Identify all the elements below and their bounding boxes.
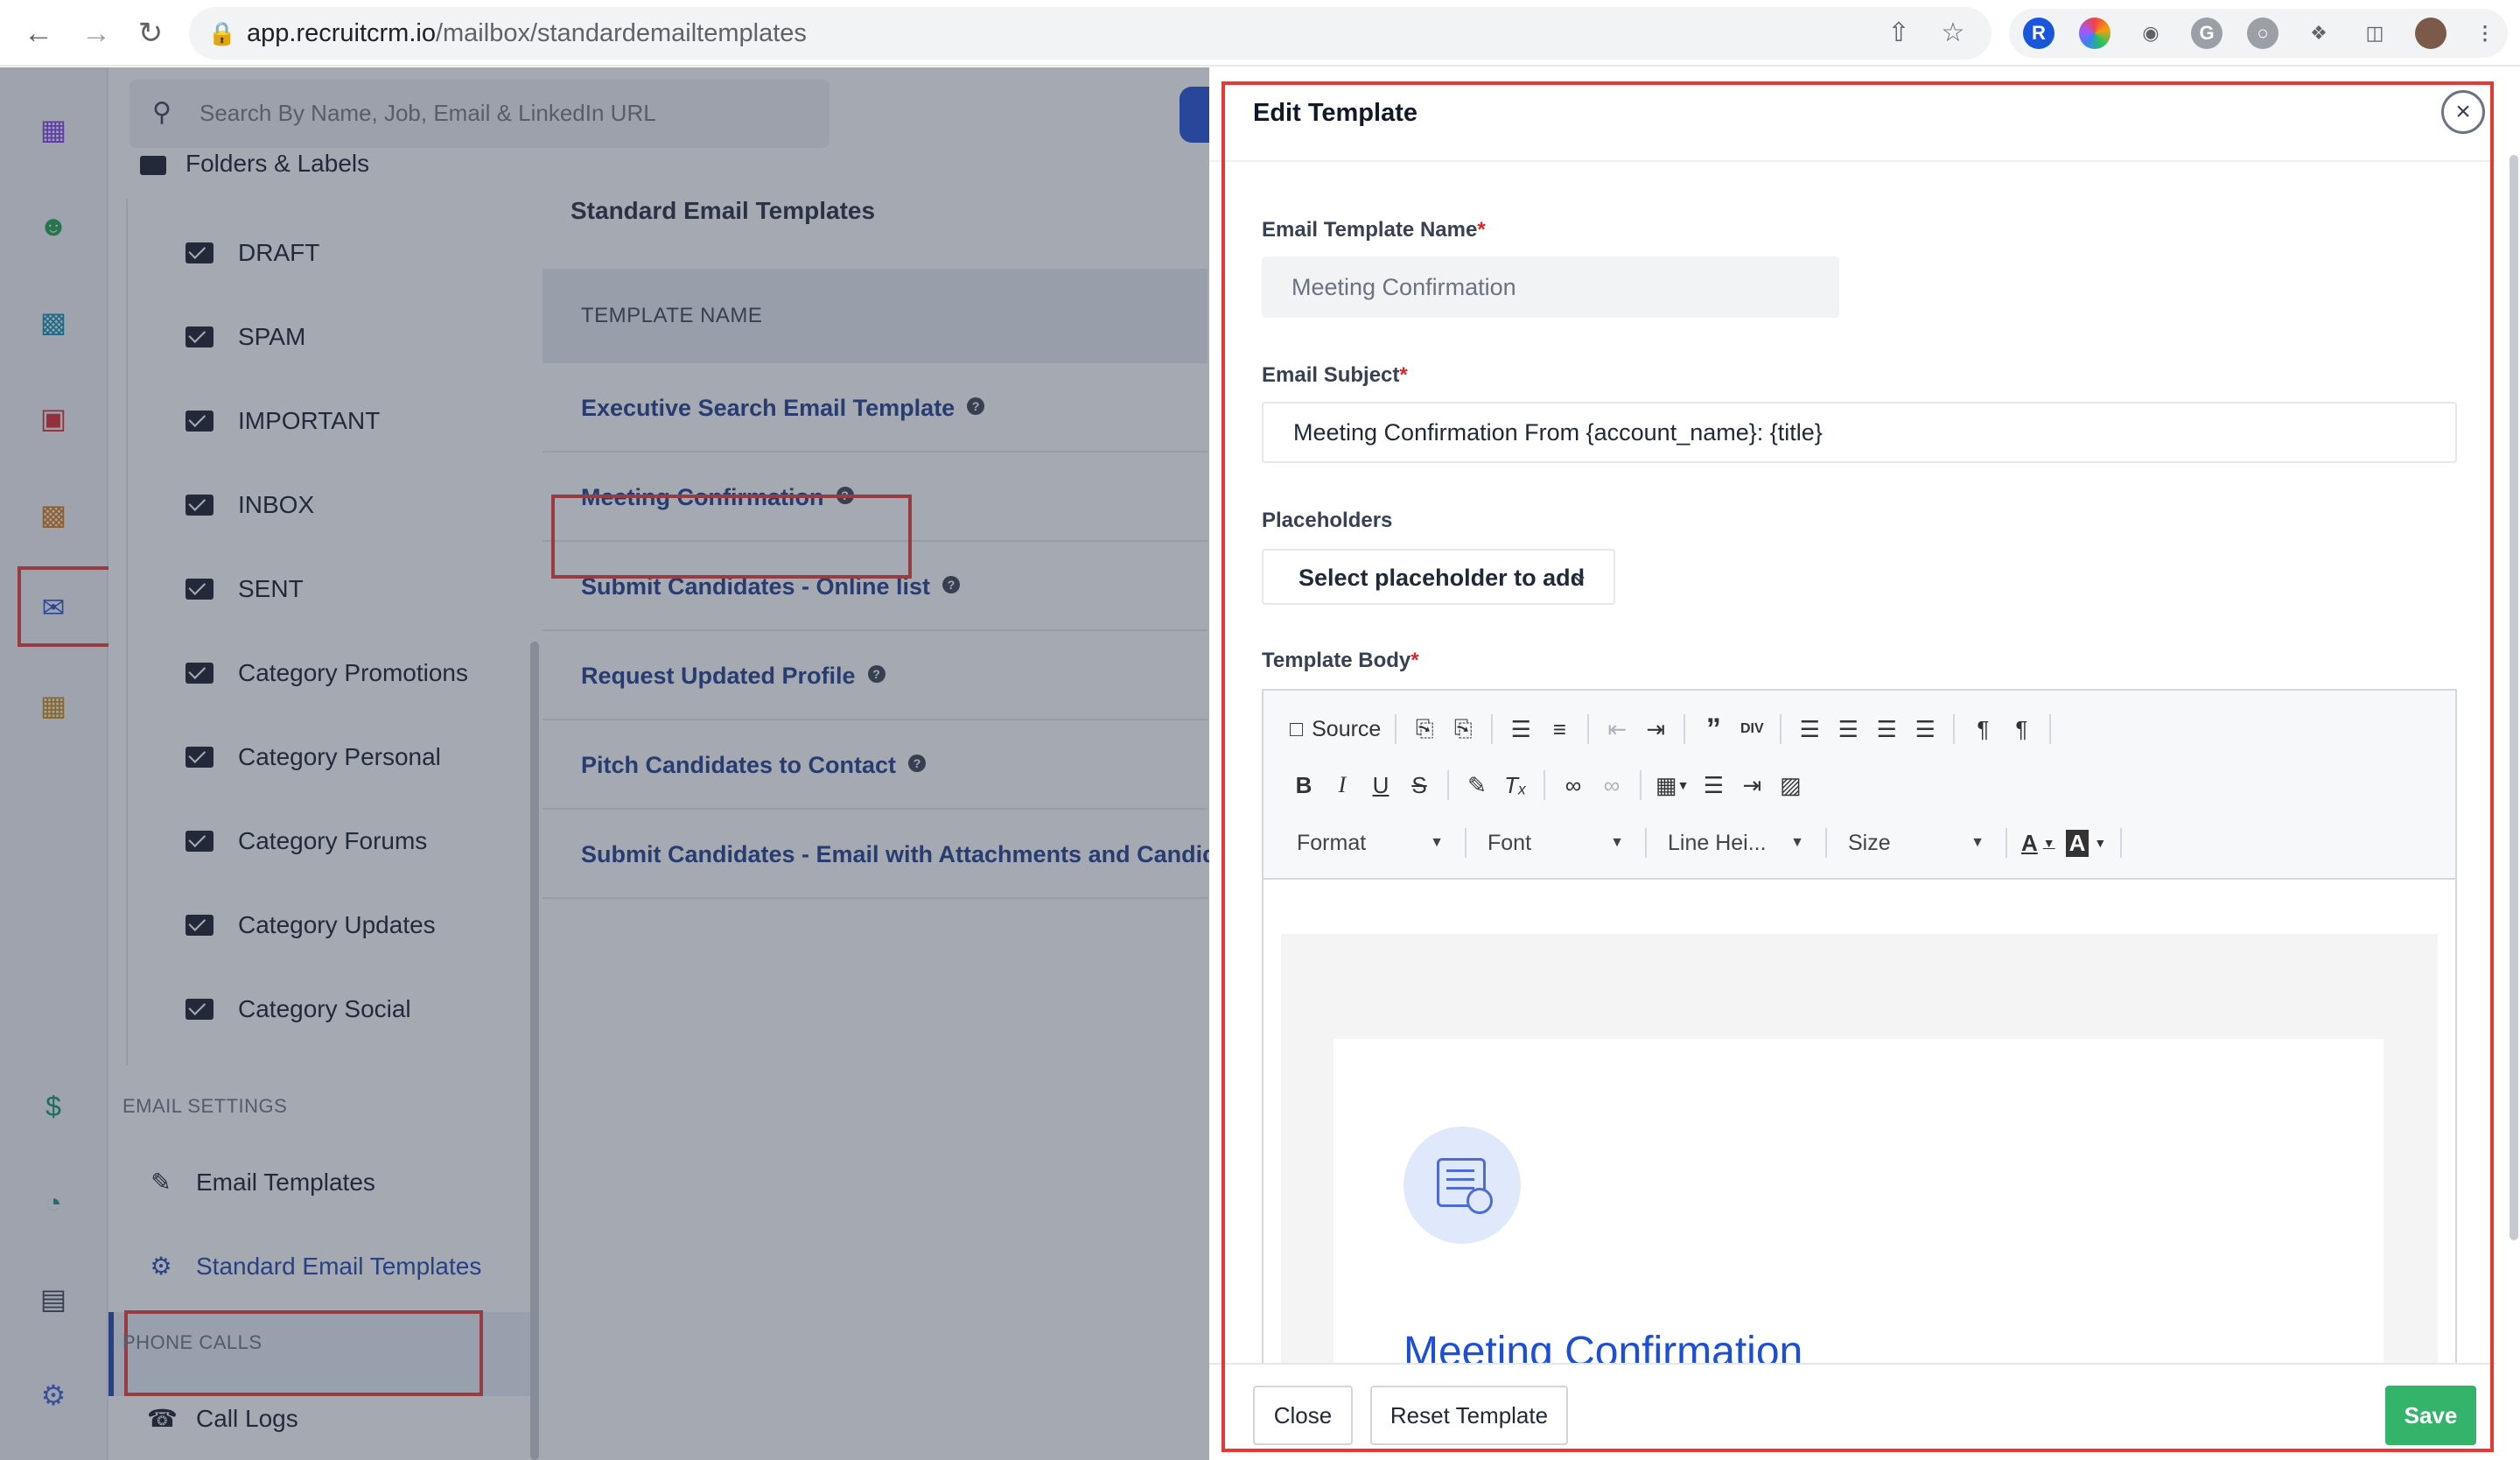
horizontal-rule-icon[interactable]: ☰ xyxy=(1694,766,1732,804)
reload-icon[interactable]: ↻ xyxy=(131,14,170,53)
placeholder-select-value: Select placeholder to add xyxy=(1298,565,1586,591)
caret-down-icon: ▼ xyxy=(1790,835,1804,850)
rich-text-editor: □ Source ⎘ ⎘ ☰ ≡ ⇤ ⇥ ” DIV ☰ ☰ ☰ ☰ ¶ ¶ B… xyxy=(1262,689,2457,1460)
align-right-icon[interactable]: ☰ xyxy=(1867,710,1906,748)
checklist-icon xyxy=(1404,1127,1521,1244)
font-dropdown[interactable]: Font ▼ xyxy=(1475,824,1636,862)
template-name-label: Email Template Name* xyxy=(1262,218,1486,242)
link-icon[interactable]: ∞ xyxy=(1554,766,1592,804)
extension-r-icon[interactable]: R xyxy=(2023,18,2054,49)
indent-icon[interactable]: ⇥ xyxy=(1636,710,1675,748)
share-icon[interactable]: ⇧ xyxy=(1883,18,1914,49)
modal-backdrop[interactable] xyxy=(0,67,1209,1460)
line-height-dropdown[interactable]: Line Hei... ▼ xyxy=(1656,824,1816,862)
page-break-icon[interactable]: ⇥ xyxy=(1732,766,1771,804)
blockquote-icon[interactable]: ” xyxy=(1694,710,1732,748)
email-subject-input[interactable] xyxy=(1262,402,2457,463)
underline-icon[interactable]: U xyxy=(1362,766,1400,804)
email-subject-label: Email Subject* xyxy=(1262,363,1408,387)
template-body-label: Template Body* xyxy=(1262,649,1419,672)
browser-toolbar: ← → ↻ 🔒 app.recruitcrm.io/mailbox/standa… xyxy=(0,0,2520,67)
italic-icon[interactable]: I xyxy=(1323,766,1362,804)
unlink-icon[interactable]: ∞ xyxy=(1592,766,1631,804)
side-panel-icon[interactable]: ◫ xyxy=(2359,18,2390,49)
close-button[interactable]: Close xyxy=(1253,1386,1353,1445)
background-color-icon[interactable]: A ▼ xyxy=(2061,824,2112,862)
back-icon[interactable]: ← xyxy=(19,14,58,53)
numbered-list-icon[interactable]: ☰ xyxy=(1502,710,1540,748)
caret-down-icon: ▼ xyxy=(1430,835,1444,850)
extensions-bar: R ◉ G ○ ❖ ◫ ⋮ xyxy=(2009,9,2508,58)
source-button[interactable]: □ Source xyxy=(1284,710,1386,748)
format-painter-icon[interactable]: ✎ xyxy=(1458,766,1496,804)
bookmark-star-icon[interactable]: ☆ xyxy=(1937,18,1969,49)
bold-icon[interactable]: B xyxy=(1284,766,1323,804)
save-button[interactable]: Save xyxy=(2385,1386,2476,1445)
table-icon[interactable]: ▦ ▼ xyxy=(1650,766,1694,804)
placeholder-select[interactable]: Select placeholder to add ⌄ xyxy=(1262,549,1615,605)
lock-icon: 🔒 xyxy=(207,20,237,46)
source-icon: □ xyxy=(1290,716,1304,741)
align-left-icon[interactable]: ☰ xyxy=(1790,710,1829,748)
strikethrough-icon[interactable]: S xyxy=(1400,766,1438,804)
ltr-icon[interactable]: ¶ xyxy=(1964,710,2002,748)
close-icon[interactable]: × xyxy=(2441,90,2485,134)
image-icon[interactable]: ▨ xyxy=(1771,766,1810,804)
chevron-down-icon: ⌄ xyxy=(1570,561,1589,587)
outdent-icon[interactable]: ⇤ xyxy=(1598,710,1636,748)
drawer-header: Edit Template × xyxy=(1209,67,2496,162)
more-menu-icon[interactable]: ⋮ xyxy=(2469,18,2501,49)
profile-avatar[interactable] xyxy=(2415,18,2446,49)
div-container-icon[interactable]: DIV xyxy=(1732,710,1771,748)
reset-template-button[interactable]: Reset Template xyxy=(1370,1386,1568,1445)
caret-down-icon: ▼ xyxy=(1610,835,1624,850)
app-root: ▦ ☻ ▩ ▣ ▩ ✉ ▦ $ ◔ ▤ ⚙ ⚲ Folders & Labels… xyxy=(0,67,2520,1460)
paste-icon[interactable]: ⎘ xyxy=(1405,710,1444,748)
url-text[interactable]: app.recruitcrm.io/mailbox/standardemailt… xyxy=(247,19,807,48)
drawer-title: Edit Template xyxy=(1253,99,1418,127)
edit-template-drawer: Edit Template × Email Template Name* Ema… xyxy=(1209,67,2520,1460)
remove-format-icon[interactable]: Tₓ xyxy=(1496,766,1535,804)
align-justify-icon[interactable]: ☰ xyxy=(1906,710,1944,748)
paste-word-icon[interactable]: ⎘ xyxy=(1444,710,1482,748)
format-dropdown[interactable]: Format ▼ xyxy=(1284,824,1456,862)
caret-down-icon: ▼ xyxy=(1970,835,1984,850)
grammar-extension-icon[interactable]: G xyxy=(2191,18,2222,49)
template-name-input[interactable] xyxy=(1262,256,1839,318)
placeholders-label: Placeholders xyxy=(1262,509,1393,532)
address-bar[interactable]: 🔒 app.recruitcrm.io/mailbox/standardemai… xyxy=(189,7,1992,60)
drawer-scrollbar[interactable] xyxy=(2510,155,2518,1240)
circle-extension-icon[interactable]: ○ xyxy=(2247,18,2278,49)
camera-extension-icon[interactable]: ◉ xyxy=(2135,18,2166,49)
text-color-icon[interactable]: A ▼ xyxy=(2016,824,2061,862)
color-picker-extension-icon[interactable] xyxy=(2079,18,2110,49)
editor-toolbar: □ Source ⎘ ⎘ ☰ ≡ ⇤ ⇥ ” DIV ☰ ☰ ☰ ☰ ¶ ¶ B… xyxy=(1264,691,2455,880)
forward-icon[interactable]: → xyxy=(77,14,116,53)
puzzle-extensions-icon[interactable]: ❖ xyxy=(2303,18,2334,49)
size-dropdown[interactable]: Size ▼ xyxy=(1836,824,1997,862)
rtl-icon[interactable]: ¶ xyxy=(2002,710,2040,748)
align-center-icon[interactable]: ☰ xyxy=(1829,710,1867,748)
bulleted-list-icon[interactable]: ≡ xyxy=(1540,710,1578,748)
drawer-footer: Close Reset Template Save xyxy=(1209,1363,2496,1460)
